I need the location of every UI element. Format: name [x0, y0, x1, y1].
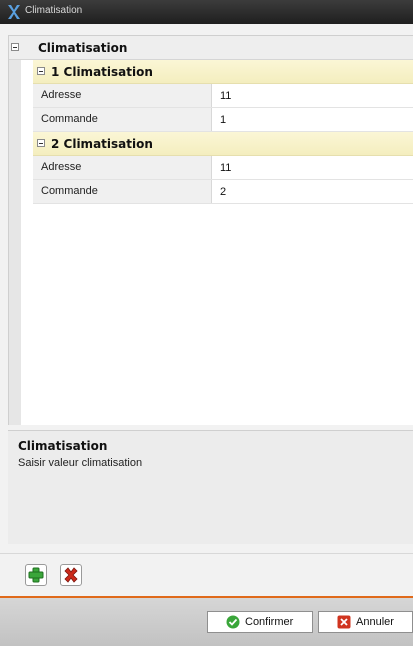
plus-icon [28, 567, 44, 583]
add-button[interactable] [25, 564, 47, 586]
group-row[interactable]: 2 Climatisation [33, 132, 413, 156]
property-row[interactable]: Adresse 11 [33, 84, 413, 108]
app-logo-icon [8, 5, 20, 19]
property-key: Commande [33, 108, 212, 131]
property-key: Commande [33, 180, 212, 203]
delete-button[interactable] [60, 564, 82, 586]
property-row[interactable]: Commande 1 [33, 108, 413, 132]
property-value[interactable]: 1 [220, 114, 226, 126]
window-title: Climatisation [25, 5, 83, 16]
property-key: Adresse [33, 156, 212, 179]
property-value[interactable]: 11 [220, 162, 231, 174]
property-value[interactable]: 11 [220, 90, 231, 102]
cancel-button[interactable]: Annuler [318, 611, 413, 633]
description-panel: Climatisation Saisir valeur climatisatio… [8, 430, 413, 544]
group-row[interactable]: 1 Climatisation [33, 60, 413, 84]
group-label: 1 Climatisation [51, 65, 153, 79]
confirm-label: Confirmer [245, 616, 294, 628]
description-text: Saisir valeur climatisation [18, 457, 143, 469]
description-title: Climatisation [18, 439, 108, 453]
property-row[interactable]: Commande 2 [33, 180, 413, 204]
dialog-footer: Confirmer Annuler [0, 598, 413, 646]
property-grid: Climatisation 1 Climatisation Adresse 11… [8, 35, 413, 425]
property-key: Adresse [33, 84, 212, 107]
root-category-row[interactable]: Climatisation [9, 36, 413, 60]
group-label: 2 Climatisation [51, 137, 153, 151]
x-icon [64, 567, 78, 583]
collapse-toggle-icon[interactable] [11, 43, 19, 51]
confirm-button[interactable]: Confirmer [207, 611, 313, 633]
cancel-label: Annuler [356, 616, 394, 628]
collapse-toggle-icon[interactable] [37, 139, 45, 147]
property-value[interactable]: 2 [220, 186, 226, 198]
close-icon [337, 615, 351, 629]
grid-gutter [9, 36, 21, 425]
property-row[interactable]: Adresse 11 [33, 156, 413, 180]
root-category-label: Climatisation [38, 41, 128, 55]
collapse-toggle-icon[interactable] [37, 67, 45, 75]
check-icon [226, 615, 240, 629]
title-bar: Climatisation [0, 0, 413, 24]
item-toolbar [0, 553, 413, 594]
